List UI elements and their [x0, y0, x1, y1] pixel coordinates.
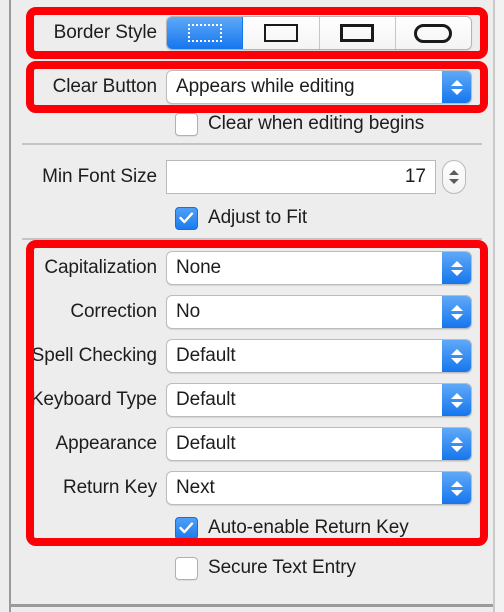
min-font-size-label: Min Font Size [42, 166, 157, 187]
row-secure-text-entry[interactable]: Secure Text Entry [11, 548, 493, 588]
return-key-value: Next [176, 477, 215, 498]
min-font-size-value: 17 [404, 166, 426, 187]
keyboard-type-popup[interactable]: Default [166, 383, 472, 417]
thick-rectangle-icon [340, 24, 375, 42]
vertical-scrollbar[interactable] [495, 0, 504, 612]
rounded-rectangle-icon [414, 23, 453, 43]
secure-text-entry-checkbox[interactable] [175, 556, 198, 580]
row-clear-button: Clear Button Appears while editing [11, 65, 493, 109]
secure-text-entry-label: Secure Text Entry [208, 557, 356, 578]
appearance-popup[interactable]: Default [166, 427, 472, 461]
spell-checking-value: Default [176, 345, 236, 366]
row-clear-when-editing-begins[interactable]: Clear when editing begins [11, 104, 493, 144]
segment-border-bezel[interactable] [319, 17, 396, 49]
auto-enable-return-key-label: Auto-enable Return Key [208, 517, 409, 538]
thin-rectangle-icon [263, 24, 298, 42]
attributes-inspector-panel: Border Style Clear Button Appears while … [0, 0, 504, 612]
clear-when-editing-begins-checkbox[interactable] [175, 112, 198, 136]
min-font-size-input[interactable]: 17 [166, 160, 436, 194]
row-auto-enable-return-key[interactable]: Auto-enable Return Key [11, 508, 493, 548]
keyboard-type-value: Default [176, 389, 236, 410]
capitalization-label: Capitalization [44, 257, 157, 278]
auto-enable-return-key-checkbox[interactable] [175, 516, 198, 540]
capitalization-value: None [176, 257, 222, 278]
appearance-value: Default [176, 433, 236, 454]
row-border-style: Border Style [11, 11, 493, 55]
segment-border-line[interactable] [243, 17, 320, 49]
clear-button-label: Clear Button [52, 76, 158, 97]
panel-bottom-rule [11, 604, 493, 607]
clear-button-value: Appears while editing [176, 76, 355, 97]
correction-label: Correction [70, 301, 157, 322]
capitalization-popup[interactable]: None [166, 251, 472, 285]
checkmark-icon [179, 212, 194, 224]
row-capitalization: Capitalization None [11, 246, 493, 290]
chevron-updown-icon[interactable] [442, 428, 471, 460]
clear-button-popup[interactable]: Appears while editing [166, 70, 472, 104]
checkmark-icon [179, 522, 194, 534]
return-key-label: Return Key [62, 477, 157, 498]
dotted-rectangle-icon [187, 24, 222, 42]
border-style-segmented-control[interactable] [166, 16, 472, 50]
adjust-to-fit-label: Adjust to Fit [208, 207, 308, 228]
chevron-updown-icon[interactable] [442, 71, 471, 103]
border-style-label: Border Style [53, 22, 157, 43]
row-adjust-to-fit[interactable]: Adjust to Fit [11, 198, 493, 238]
segment-border-none[interactable] [167, 17, 244, 49]
stepper-down-icon[interactable] [449, 179, 459, 184]
segment-border-rounded-rect[interactable] [395, 17, 471, 49]
chevron-updown-icon[interactable] [442, 384, 471, 416]
correction-value: No [176, 301, 201, 322]
section-divider-2 [22, 238, 482, 240]
spell-checking-popup[interactable]: Default [166, 339, 472, 373]
row-return-key: Return Key Next [11, 466, 493, 510]
chevron-updown-icon[interactable] [442, 296, 471, 328]
spell-checking-label: Spell Checking [31, 345, 157, 366]
chevron-updown-icon[interactable] [442, 472, 471, 504]
return-key-popup[interactable]: Next [166, 471, 472, 505]
row-correction: Correction No [11, 290, 493, 334]
min-font-size-stepper[interactable] [442, 160, 466, 194]
chevron-updown-icon[interactable] [442, 252, 471, 284]
keyboard-type-label: Keyboard Type [30, 389, 157, 410]
appearance-label: Appearance [55, 433, 158, 454]
adjust-to-fit-checkbox[interactable] [175, 206, 198, 230]
chevron-updown-icon[interactable] [442, 340, 471, 372]
row-min-font-size: Min Font Size 17 [11, 155, 493, 199]
clear-when-editing-begins-label: Clear when editing begins [208, 113, 425, 134]
row-appearance: Appearance Default [11, 422, 493, 466]
stepper-up-icon[interactable] [449, 170, 459, 175]
correction-popup[interactable]: No [166, 295, 472, 329]
row-spell-checking: Spell Checking Default [11, 334, 493, 378]
row-keyboard-type: Keyboard Type Default [11, 378, 493, 422]
section-divider-1 [22, 143, 482, 145]
